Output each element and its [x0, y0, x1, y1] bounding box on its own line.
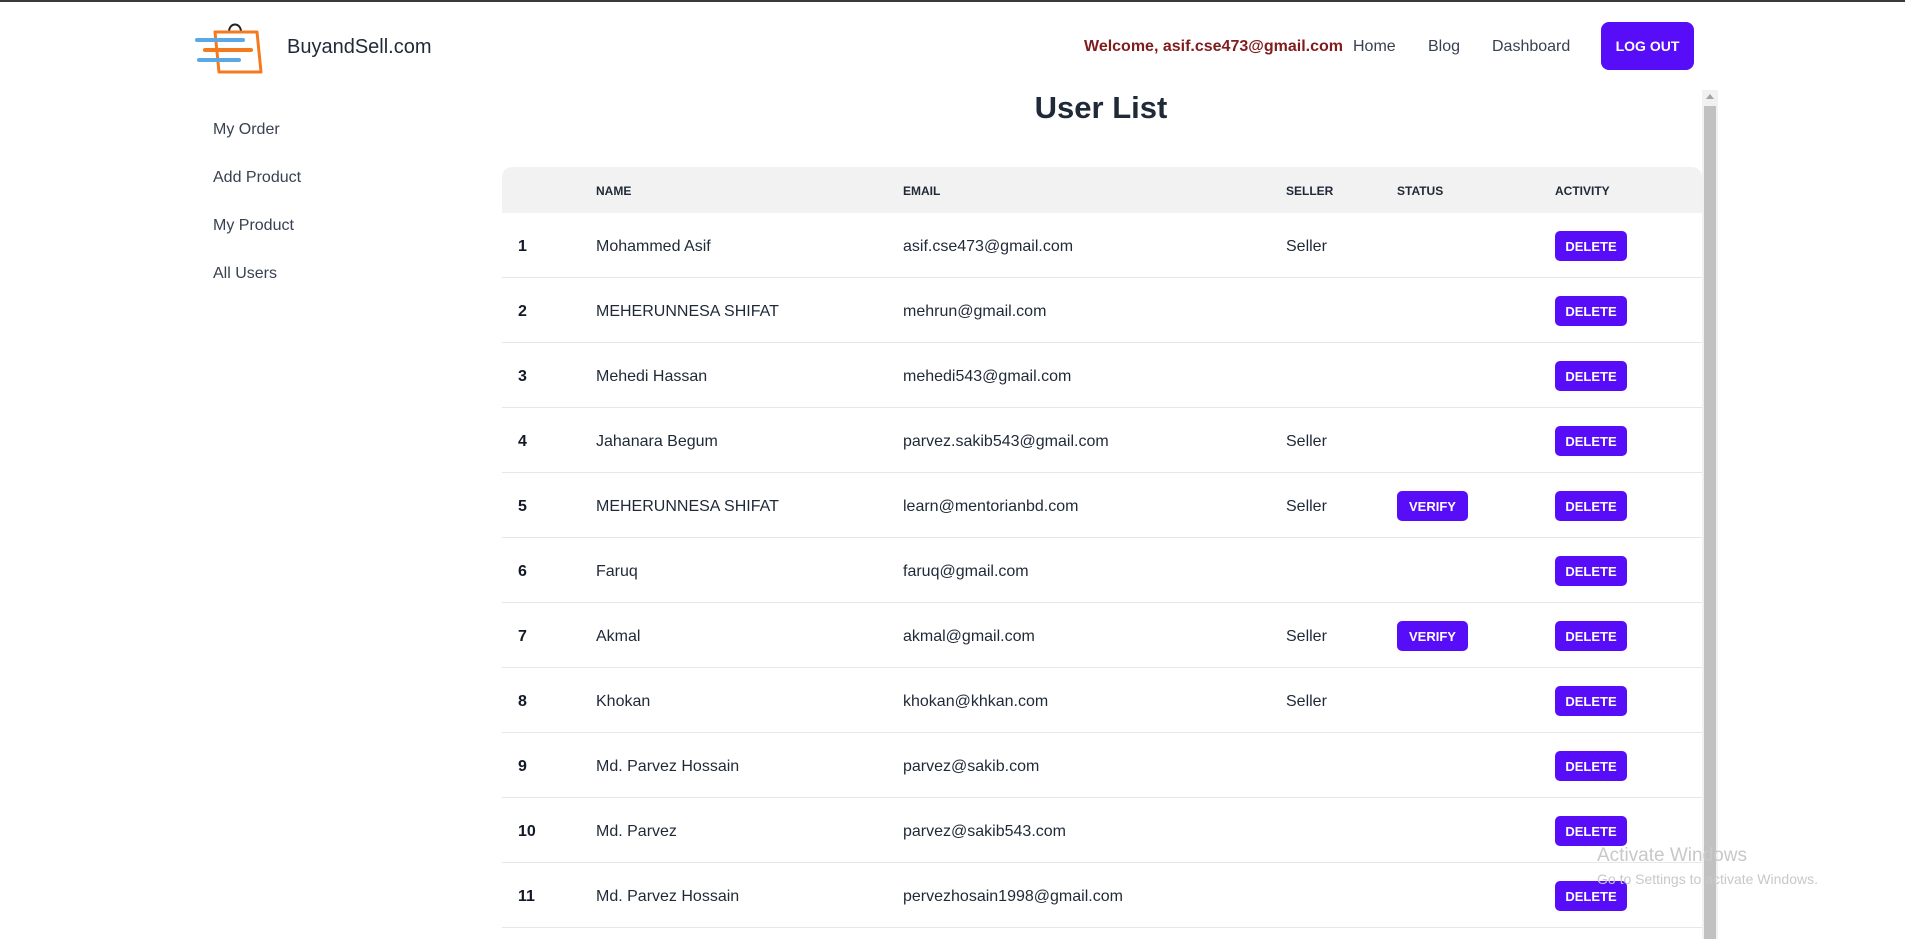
header-activity: ACTIVITY [1555, 184, 1610, 198]
header-name: NAME [596, 184, 632, 198]
row-number: 1 [518, 238, 527, 255]
delete-button[interactable]: DELETE [1555, 296, 1627, 326]
user-name: Md. Parvez Hossain [596, 888, 740, 905]
row-number: 6 [518, 563, 527, 580]
sidebar-item-all-users[interactable]: All Users [213, 265, 277, 283]
table-row: 1 Mohammed Asif asif.cse473@gmail.com Selle… [502, 213, 1702, 278]
sidebar-item-my-order[interactable]: My Order [213, 121, 280, 139]
table-row: 11 Md. Parvez Hossain pervezhosain1998@gma… [502, 863, 1702, 928]
row-number: 4 [518, 433, 527, 450]
header-status: STATUS [1397, 184, 1444, 198]
user-email: khokan@khkan.com [903, 693, 1049, 710]
nav-blog-link[interactable]: Blog [1428, 38, 1460, 56]
verify-button[interactable]: VERIFY [1397, 491, 1468, 521]
delete-button[interactable]: DELETE [1555, 361, 1627, 391]
user-email: parvez@sakib543.com [903, 823, 1066, 840]
header-email: EMAIL [903, 184, 941, 198]
seller-role: Seller [1286, 498, 1327, 515]
row-number: 11 [518, 888, 535, 905]
row-number: 5 [518, 498, 527, 515]
table-row: 10 Md. Parvez parvez@sakib543.com DELETE [502, 798, 1702, 863]
user-email: asif.cse473@gmail.com [903, 238, 1074, 255]
header-seller: SELLER [1286, 184, 1334, 198]
user-table: NAME EMAIL SELLER STATUS ACTIVITY 1 Moham… [502, 167, 1702, 939]
seller-role: Seller [1286, 433, 1327, 450]
user-email: parvez@sakib.com [903, 758, 1040, 775]
delete-button[interactable]: DELETE [1555, 816, 1627, 846]
user-email: parvez.sakib543@gmail.com [903, 433, 1109, 450]
delete-button[interactable]: DELETE [1555, 686, 1627, 716]
user-email: akmal@gmail.com [903, 628, 1035, 645]
seller-role: Seller [1286, 628, 1327, 645]
table-row: 4 Jahanara Begum parvez.sakib543@gmail.com… [502, 408, 1702, 473]
delete-button[interactable]: DELETE [1555, 621, 1627, 651]
delete-button[interactable]: DELETE [1555, 231, 1627, 261]
sidebar-item-add-product[interactable]: Add Product [213, 169, 301, 187]
row-number: 2 [518, 303, 527, 320]
table-row: 3 Mehedi Hassan mehedi543@gmail.com DELETE [502, 343, 1702, 408]
row-number: 7 [518, 628, 527, 645]
row-number: 10 [518, 823, 536, 840]
page-title: User List [1034, 90, 1168, 125]
delete-button[interactable]: DELETE [1555, 556, 1627, 586]
table-header: NAME EMAIL SELLER STATUS ACTIVITY [502, 167, 1702, 213]
table-row: 8 Khokan khokan@khkan.com Seller DELETE [502, 668, 1702, 733]
welcome-message: Welcome, asif.cse473@gmail.com [1084, 38, 1343, 55]
seller-role: Seller [1286, 693, 1327, 710]
delete-button[interactable]: DELETE [1555, 426, 1627, 456]
brand-link[interactable]: BuyandSell.com [287, 36, 432, 59]
user-email: learn@mentorianbd.com [903, 498, 1079, 515]
user-name: MEHERUNNESA SHIFAT [596, 303, 779, 320]
user-name: Mehedi Hassan [596, 368, 708, 385]
table-row: 5 MEHERUNNESA SHIFAT learn@mentorianbd.com… [502, 473, 1702, 538]
user-name: Faruq [596, 563, 638, 580]
table-row: 2 MEHERUNNESA SHIFAT mehrun@gmail.com DELET… [502, 278, 1702, 343]
navbar: BuyandSell.com Welcome, asif.cse473@gmai… [0, 2, 1905, 90]
user-name: MEHERUNNESA SHIFAT [596, 498, 779, 515]
user-name: Md. Parvez [596, 823, 677, 840]
user-name: Md. Parvez Hossain [596, 758, 740, 775]
table-row: 7 Akmal akmal@gmail.com Seller VERIFY DELETE [502, 603, 1702, 668]
nav-dashboard-link[interactable]: Dashboard [1492, 38, 1570, 56]
logout-button[interactable]: LOG OUT [1601, 22, 1694, 70]
delete-button[interactable]: DELETE [1555, 491, 1627, 521]
row-number: 9 [518, 758, 527, 775]
user-email: mehedi543@gmail.com [903, 368, 1072, 385]
vertical-scrollbar[interactable] [1702, 90, 1718, 939]
table-row: 6 Faruq faruq@gmail.com DELETE [502, 538, 1702, 603]
nav-home-link[interactable]: Home [1353, 38, 1396, 56]
seller-role: Seller [1286, 238, 1327, 255]
sidebar-item-my-product[interactable]: My Product [213, 217, 294, 235]
delete-button[interactable]: DELETE [1555, 751, 1627, 781]
user-email: pervezhosain1998@gmail.com [903, 888, 1123, 905]
user-name: Akmal [596, 628, 641, 645]
user-name: Khokan [596, 693, 651, 710]
row-number: 3 [518, 368, 527, 385]
user-email: mehrun@gmail.com [903, 303, 1047, 320]
windows-watermark-title: Activate Windows [1597, 845, 1747, 866]
user-email: faruq@gmail.com [903, 563, 1029, 580]
user-name: Jahanara Begum [596, 433, 718, 450]
row-number: 8 [518, 693, 527, 710]
scrollbar-thumb[interactable] [1704, 106, 1716, 939]
windows-watermark-subtitle: Go to Settings to activate Windows. [1597, 871, 1818, 887]
table-row: 9 Md. Parvez Hossain parvez@sakib.com DELET… [502, 733, 1702, 798]
verify-button[interactable]: VERIFY [1397, 621, 1468, 651]
scroll-up-arrow-icon[interactable] [1706, 94, 1714, 99]
user-name: Mohammed Asif [596, 238, 711, 255]
shopping-bag-icon[interactable] [195, 18, 265, 76]
